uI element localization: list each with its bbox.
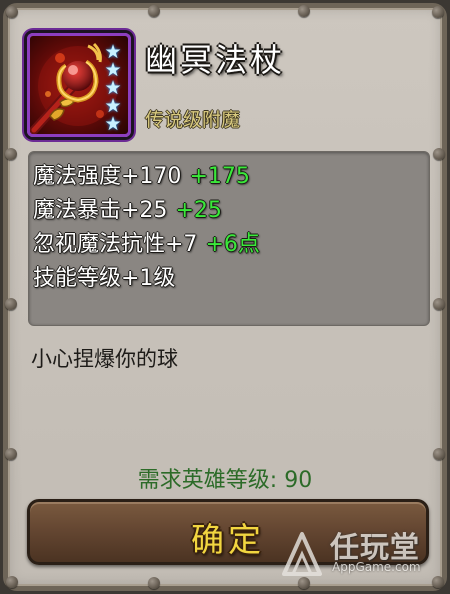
stat-bonus: +6点: [205, 232, 260, 257]
stat-bonus: +175: [189, 164, 250, 189]
stat-base: 技能等级+1级: [33, 266, 176, 291]
stat-base: 魔法暴击+25: [33, 198, 168, 223]
requirement-value: 90: [284, 468, 313, 493]
stat-line: 忽视魔法抗性+7 +6点: [33, 226, 260, 258]
watermark-logo-icon: [282, 532, 322, 576]
rivet: [432, 6, 444, 18]
rivet: [148, 5, 160, 17]
rivet: [298, 5, 310, 17]
stat-bonus: +25: [175, 198, 222, 223]
item-rarity: 传说级附魔: [145, 109, 241, 131]
requirement-label: 需求英雄等级:: [137, 468, 278, 493]
rivet: [5, 448, 17, 460]
rivet: [6, 576, 18, 588]
star-icon: ★: [104, 113, 122, 135]
stat-base: 魔法强度+170: [33, 164, 182, 189]
stat-base: 忽视魔法抗性+7: [33, 232, 198, 257]
rivet: [5, 148, 17, 160]
star-rating: ★ ★ ★ ★ ★: [102, 43, 124, 135]
item-name: 幽冥法杖: [145, 41, 286, 79]
stats-box: 魔法强度+170 +175 魔法暴击+25 +25 忽视魔法抗性+7 +6点 技能等级…: [28, 151, 430, 326]
level-requirement: 需求英雄等级: 90: [8, 462, 442, 494]
flavor-text: 小心捏爆你的球: [31, 347, 178, 371]
rivet: [5, 298, 17, 310]
item-detail-panel: ★ ★ ★ ★ ★ 幽冥法杖 传说级附魔 魔法强度+170 +175 魔法暴击+2…: [3, 3, 447, 591]
watermark-url: AppGame.com: [332, 560, 421, 574]
stat-line: 魔法强度+170 +175: [33, 158, 250, 190]
rivet: [6, 6, 18, 18]
rivet: [433, 448, 445, 460]
stat-line: 魔法暴击+25 +25: [33, 192, 222, 224]
watermark: 任玩堂 AppGame.com: [278, 524, 440, 582]
rivet: [433, 148, 445, 160]
stat-line: 技能等级+1级: [33, 260, 175, 292]
rivet: [433, 298, 445, 310]
rivet: [148, 577, 160, 589]
item-icon-frame: ★ ★ ★ ★ ★: [27, 33, 131, 137]
